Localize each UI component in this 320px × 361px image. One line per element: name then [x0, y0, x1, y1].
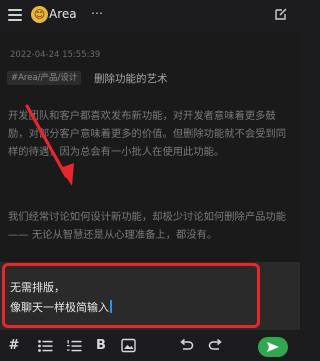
memo-card: 2022-04-24 15:55:39 #Area/产品/设计 删除功能的艺术 … — [0, 32, 300, 262]
undo-icon[interactable] — [178, 337, 194, 355]
memo-paragraph: 开发团队和客户都喜欢发布新功能，对开发者意味着更多鼓励，对部分客户意味着更多的价… — [8, 110, 287, 158]
hash-icon[interactable]: # — [7, 337, 21, 355]
memo-paragraph: 我们经常讨论如何设计新功能，却极少讨论如何删除产品功能 —— 无论从智慧还是从心… — [8, 211, 287, 241]
memo-timestamp: 2022-04-24 15:55:39 — [10, 50, 101, 60]
image-icon[interactable] — [121, 337, 136, 355]
bold-icon[interactable]: B — [94, 337, 108, 355]
bullet-list-icon[interactable] — [37, 337, 53, 355]
space-name[interactable]: Area — [49, 7, 77, 21]
top-bar: 😊 Area ⋯ — [0, 0, 300, 32]
edit-icon[interactable] — [274, 7, 288, 21]
numbered-list-icon[interactable] — [66, 337, 82, 355]
menu-icon[interactable] — [8, 9, 22, 21]
annotation-highlight-box — [2, 263, 260, 328]
editor-toolbar: # B — [0, 332, 300, 361]
more-icon[interactable]: ⋯ — [91, 6, 104, 20]
memo-title: 删除功能的艺术 — [94, 73, 168, 85]
tag-chip[interactable]: #Area/产品/设计 — [7, 71, 82, 85]
send-button[interactable] — [258, 337, 288, 357]
redo-icon[interactable] — [208, 337, 224, 355]
avatar[interactable]: 😊 — [31, 6, 48, 23]
send-icon — [267, 342, 279, 352]
